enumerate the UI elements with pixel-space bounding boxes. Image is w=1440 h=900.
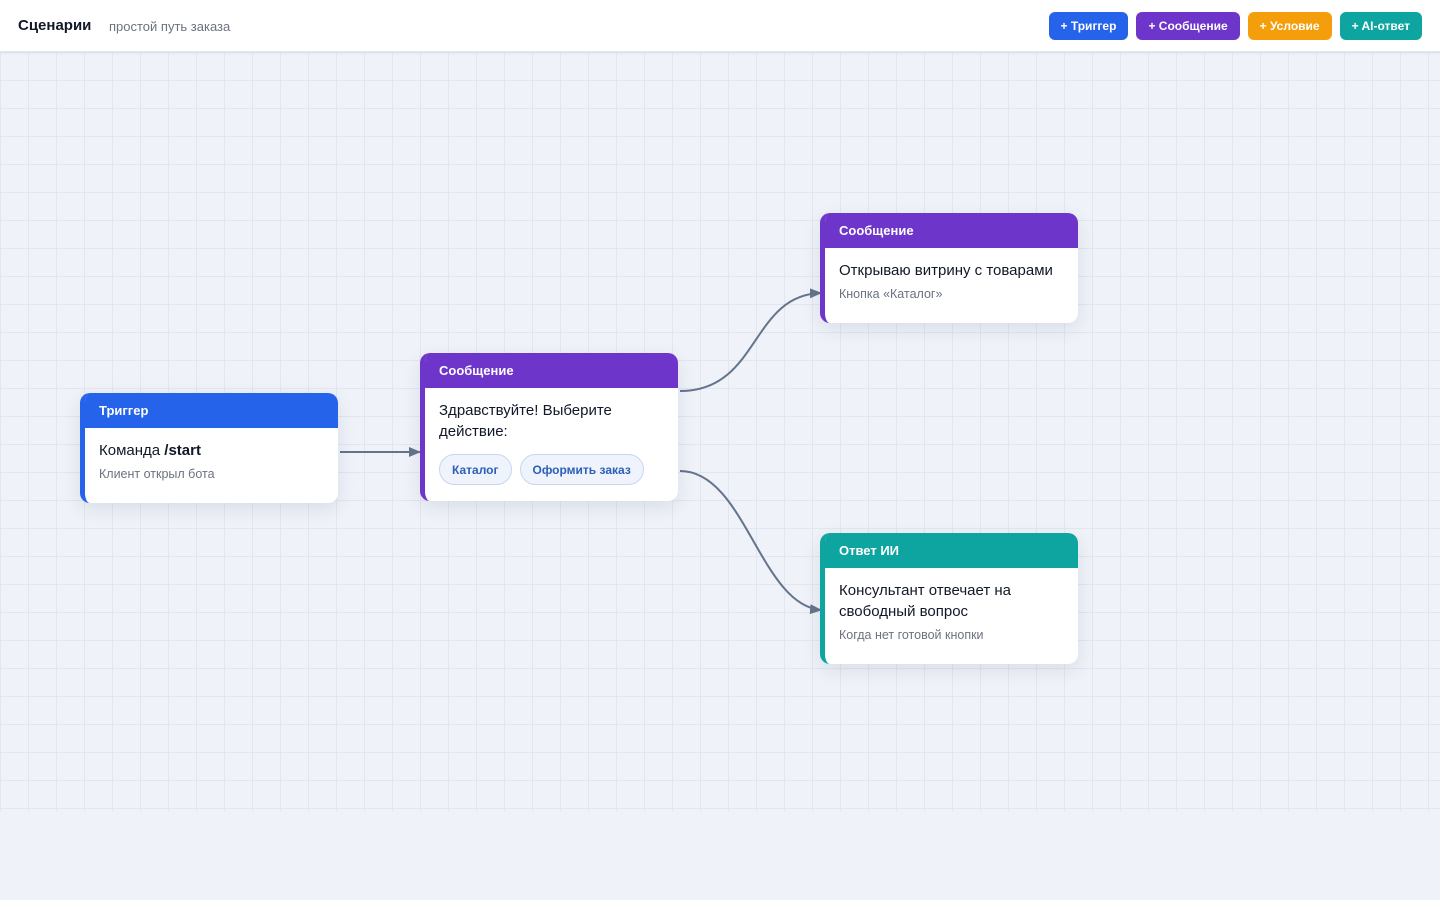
- ai-answer-node[interactable]: Ответ ИИ Консультант отвечает на свободн…: [820, 533, 1078, 664]
- add-trigger-button[interactable]: + Триггер: [1048, 12, 1129, 40]
- node-main-text: Открываю витрину с товарами: [839, 262, 1053, 279]
- catalog-reply-button[interactable]: Каталог: [439, 454, 512, 485]
- trigger-node[interactable]: Триггер Команда /start Клиент открыл бот…: [80, 393, 338, 503]
- node-sub-text: Кнопка «Каталог»: [839, 287, 943, 301]
- toolbar: + Триггер + Сообщение + Условие + AI-отв…: [1048, 12, 1422, 40]
- top-bar: Сценарии простой путь заказа + Триггер +…: [0, 0, 1440, 52]
- place-order-reply-button[interactable]: Оформить заказ: [519, 454, 644, 485]
- node-sub-text: Когда нет готовой кнопки: [839, 628, 984, 642]
- reply-buttons: Каталог Оформить заказ: [439, 454, 664, 485]
- node-header: Сообщение: [825, 213, 1078, 248]
- scenario-subtitle: простой путь заказа: [109, 19, 231, 34]
- welcome-message-node[interactable]: Сообщение Здравствуйте! Выберите действи…: [420, 353, 678, 501]
- node-main-text: Здравствуйте! Выберите действие:: [439, 402, 612, 440]
- catalog-message-node[interactable]: Сообщение Открываю витрину с товарами Кн…: [820, 213, 1078, 323]
- add-ai-answer-button[interactable]: + AI-ответ: [1339, 12, 1422, 40]
- node-header: Ответ ИИ: [825, 533, 1078, 568]
- add-message-button[interactable]: + Сообщение: [1136, 12, 1240, 40]
- add-condition-button[interactable]: + Условие: [1247, 12, 1332, 40]
- node-main-text: Консультант отвечает на свободный вопрос: [839, 582, 1011, 620]
- page-title: Сценарии: [18, 17, 92, 34]
- command-text: /start: [164, 442, 201, 459]
- node-header: Сообщение: [425, 353, 678, 388]
- node-main-text: Команда /start: [99, 442, 201, 459]
- node-sub-text: Клиент открыл бота: [99, 467, 215, 481]
- node-header: Триггер: [85, 393, 338, 428]
